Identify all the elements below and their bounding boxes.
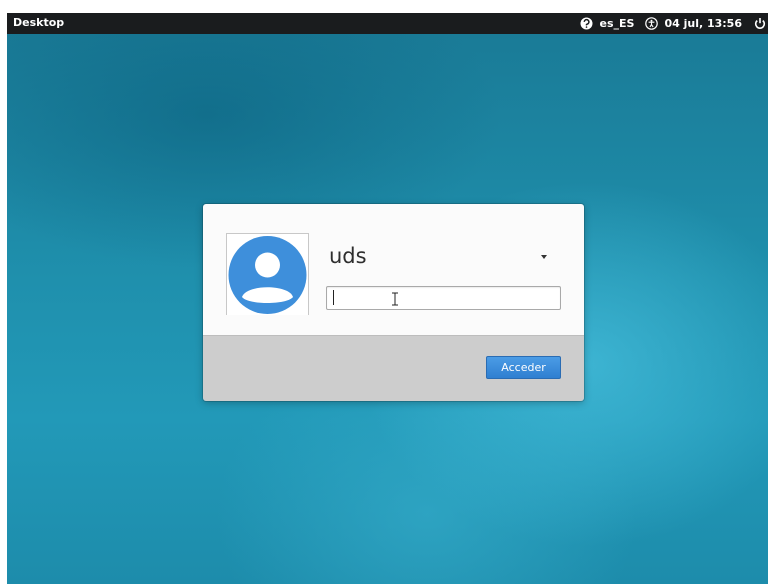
ibeam-cursor-icon (392, 292, 398, 306)
top-panel-indicators: es_ES 04 jul, 13:56 (580, 13, 768, 34)
password-field[interactable] (326, 286, 561, 310)
desktop-label[interactable]: Desktop (13, 16, 64, 29)
help-circle-icon[interactable] (580, 17, 594, 31)
clock[interactable]: 04 jul, 13:56 (664, 17, 742, 30)
top-panel: Desktop es_ES 04 jul, 13:56 (7, 13, 768, 34)
locale-indicator[interactable]: es_ES (600, 17, 635, 30)
user-avatar-icon (228, 236, 307, 314)
text-caret (333, 290, 334, 305)
power-icon[interactable] (754, 17, 766, 31)
user-dropdown-arrow-icon[interactable] (541, 255, 547, 259)
avatar (226, 233, 309, 315)
login-button[interactable]: Acceder (486, 356, 561, 379)
login-user-panel: uds (203, 204, 584, 336)
username-label: uds (329, 244, 367, 268)
accessibility-icon[interactable] (644, 17, 658, 31)
login-dialog: uds Acceder (203, 204, 584, 401)
screen: Desktop es_ES 04 jul, 13:56 uds Acceder (0, 0, 768, 584)
